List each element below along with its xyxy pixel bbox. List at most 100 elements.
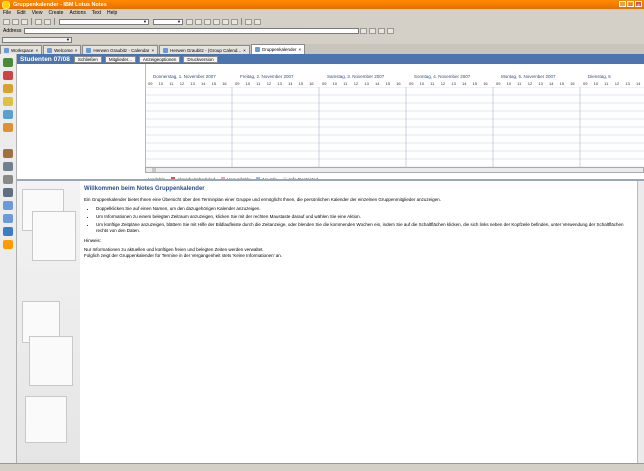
- help-intro: Ein Gruppenkalender bietet Ihnen eine Üb…: [84, 197, 441, 202]
- forward-icon[interactable]: [369, 27, 377, 34]
- bold-icon[interactable]: [186, 18, 193, 25]
- day-header[interactable]: Freitag, 2. November 2007: [240, 74, 294, 80]
- availability-grid[interactable]: [145, 87, 644, 167]
- mail-icon[interactable]: [3, 71, 13, 80]
- minimize-button[interactable]: _: [619, 1, 626, 7]
- sametime-icon[interactable]: [3, 227, 13, 236]
- address-bar: Address: [0, 26, 644, 35]
- vertical-scrollbar[interactable]: [637, 181, 644, 463]
- calendar-icon[interactable]: [3, 84, 13, 93]
- print-version-button[interactable]: Druckversion: [183, 55, 218, 63]
- help-bullet: Doppelklicken Sie auf einen Namen, um de…: [96, 206, 636, 212]
- numbering-icon[interactable]: [231, 18, 238, 25]
- close-icon[interactable]: ×: [243, 48, 246, 53]
- calendar-icon: [163, 47, 169, 53]
- day-header[interactable]: Donnerstag, 1. November 2007: [153, 74, 216, 80]
- welcome-icon: [47, 47, 53, 53]
- group-title: Studenten 07/08: [20, 55, 70, 63]
- title-bar: Gruppenkalender - IBM Lotus Notes _ □ ×: [0, 0, 644, 9]
- internet-icon[interactable]: [3, 201, 13, 210]
- workspace-icon: [4, 47, 9, 53]
- tab-workspace[interactable]: Workspace ×: [0, 45, 43, 54]
- stop-icon[interactable]: [378, 27, 386, 34]
- address-input[interactable]: [24, 27, 360, 34]
- home-icon[interactable]: [3, 58, 13, 67]
- history-icon[interactable]: [3, 175, 13, 184]
- tab-gruppenkalender[interactable]: Gruppenkalender ×: [250, 44, 306, 54]
- secondary-toolbar: [0, 35, 644, 44]
- group-calendar-icon: [254, 47, 260, 52]
- close-button[interactable]: ×: [635, 1, 642, 7]
- back-icon[interactable]: [360, 27, 368, 34]
- menu-edit[interactable]: Edit: [14, 10, 29, 16]
- help-pane: Willkommen beim Notes Gruppenkalender Ei…: [17, 181, 644, 463]
- menu-view[interactable]: View: [29, 10, 46, 16]
- menu-help[interactable]: Help: [104, 10, 120, 16]
- spellcheck-icon[interactable]: [254, 18, 261, 25]
- bookmarks-icon[interactable]: [3, 162, 13, 171]
- menu-create[interactable]: Create: [45, 10, 66, 16]
- contacts-icon[interactable]: [3, 97, 13, 106]
- bullets-icon[interactable]: [222, 18, 229, 25]
- calendar-illustration: [17, 181, 80, 463]
- note-label: Hinweis:: [84, 238, 102, 243]
- display-options-button[interactable]: Anzeigeoptionen: [138, 55, 181, 63]
- help-bullet: Um Informationen zu einem belegten Zeitr…: [96, 214, 636, 220]
- schedule-header: Studenten 07/08 Schließen Mitglieder... …: [17, 54, 644, 64]
- schedule-grid: Donnerstag, 1. November 2007 Freitag, 2.…: [17, 64, 644, 182]
- search-icon[interactable]: [245, 18, 252, 25]
- close-icon[interactable]: ×: [75, 48, 78, 53]
- tab-welcome[interactable]: Welcome ×: [43, 45, 82, 54]
- paste-icon[interactable]: [44, 18, 51, 25]
- help-bullet: Um künftige Zeitpläne anzuzeigen, blätte…: [96, 222, 636, 234]
- print-icon[interactable]: [21, 18, 28, 25]
- group-calendar-view: Studenten 07/08 Schließen Mitglieder... …: [17, 54, 644, 463]
- calendar-icon: [86, 47, 92, 53]
- copy-icon[interactable]: [35, 18, 42, 25]
- main-toolbar: [0, 17, 644, 26]
- day-header[interactable]: Montag, 5. November 2007: [501, 74, 556, 80]
- menu-text[interactable]: Text: [89, 10, 104, 16]
- size-combo[interactable]: [153, 18, 183, 25]
- lotus-notes-icon: [2, 0, 10, 9]
- notes-icon[interactable]: [3, 240, 13, 249]
- save-icon[interactable]: [12, 18, 19, 25]
- day-header[interactable]: Dienstag, 6: [588, 74, 611, 80]
- align-icon[interactable]: [213, 18, 220, 25]
- todo-icon[interactable]: [3, 110, 13, 119]
- workspace-icon[interactable]: [3, 214, 13, 223]
- tab-bar: Workspace × Welcome × Herwen Graubitz - Ca…: [0, 44, 644, 54]
- style-combo[interactable]: [59, 18, 149, 25]
- close-view-button[interactable]: Schließen: [73, 55, 102, 63]
- day-header[interactable]: Sonntag, 4. November 2007: [414, 74, 470, 80]
- member-list-panel: [17, 64, 146, 167]
- maximize-button[interactable]: □: [627, 1, 634, 7]
- tab-group-calendar[interactable]: Herwen Graubitz - (Group Calend... ×: [159, 45, 250, 54]
- tab-calendar[interactable]: Herwen Graubitz - Calendar ×: [82, 45, 159, 54]
- scroll-left-icon[interactable]: [152, 168, 156, 172]
- window-title: Gruppenkalender - IBM Lotus Notes: [13, 1, 107, 8]
- menu-actions[interactable]: Actions: [66, 10, 88, 16]
- members-button[interactable]: Mitglieder...: [104, 55, 136, 63]
- open-icon[interactable]: [3, 18, 10, 25]
- italic-icon[interactable]: [195, 18, 202, 25]
- close-icon[interactable]: ×: [151, 48, 154, 53]
- refresh-icon[interactable]: [387, 27, 395, 34]
- menu-file[interactable]: File: [0, 10, 14, 16]
- help-document: Willkommen beim Notes Gruppenkalender Ei…: [84, 186, 636, 262]
- close-icon[interactable]: ×: [35, 48, 38, 53]
- address-label: Address: [3, 27, 22, 34]
- help-bullets: Doppelklicken Sie auf einen Namen, um de…: [90, 206, 636, 234]
- disabled-combo: [2, 36, 72, 43]
- favorites-icon[interactable]: [3, 188, 13, 197]
- menu-bar: File Edit View Create Actions Text Help: [0, 9, 644, 17]
- close-icon[interactable]: ×: [299, 47, 302, 52]
- note-line: Folglich zeigt der Gruppenkalender für T…: [84, 253, 283, 258]
- horizontal-scrollbar[interactable]: [145, 167, 644, 173]
- underline-icon[interactable]: [204, 18, 211, 25]
- replicator-icon[interactable]: [3, 123, 13, 132]
- bookmark-bar: [0, 54, 17, 463]
- databases-icon[interactable]: [3, 149, 13, 158]
- help-heading: Willkommen beim Notes Gruppenkalender: [84, 186, 205, 192]
- day-header[interactable]: Samstag, 3. November 2007: [327, 74, 384, 80]
